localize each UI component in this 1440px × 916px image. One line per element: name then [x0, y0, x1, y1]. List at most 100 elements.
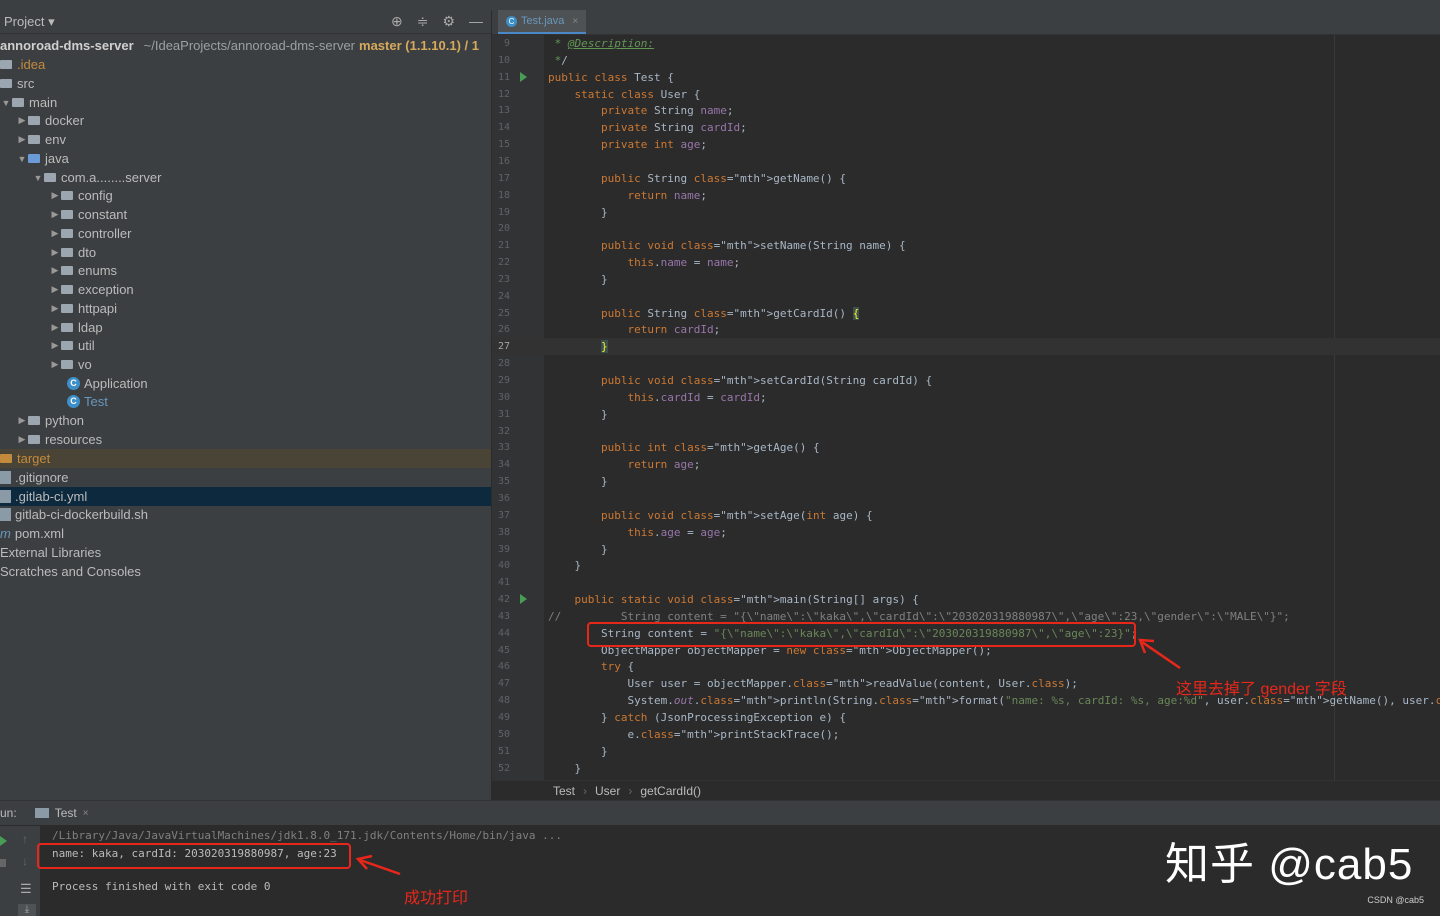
tree-item-controller[interactable]: ▶ controller: [0, 224, 491, 243]
breadcrumb-method[interactable]: getCardId(): [640, 784, 701, 798]
chevron-right-icon[interactable]: ▶: [16, 434, 28, 445]
stop-icon[interactable]: [0, 859, 6, 867]
code-line[interactable]: 42 public static void class="mth">main(S…: [492, 591, 1440, 608]
code-line[interactable]: 30 this.cardId = cardId;: [492, 389, 1440, 406]
tree-item-root-package[interactable]: ▼ com.a........server: [0, 168, 491, 187]
tree-item-httpapi[interactable]: ▶ httpapi: [0, 299, 491, 318]
tree-item-env[interactable]: ▶ env: [0, 130, 491, 149]
tree-item-pom[interactable]: m pom.xml: [0, 524, 491, 543]
code-line[interactable]: 24: [492, 288, 1440, 305]
tree-item-target[interactable]: target: [0, 449, 491, 468]
tree-item-application[interactable]: C Application: [0, 374, 491, 393]
chevron-right-icon[interactable]: ▶: [16, 115, 28, 126]
code-line[interactable]: 34 return age;: [492, 456, 1440, 473]
collapse-all-icon[interactable]: ≑: [417, 13, 429, 30]
run-tab-test[interactable]: Test ×: [34, 806, 89, 820]
tree-item-docker[interactable]: ▶ docker: [0, 111, 491, 130]
tree-item-resources[interactable]: ▶ resources: [0, 430, 491, 449]
code-line[interactable]: 28: [492, 355, 1440, 372]
code-line[interactable]: 12 static class User {: [492, 86, 1440, 103]
chevron-right-icon[interactable]: ▶: [16, 134, 28, 145]
chevron-right-icon[interactable]: ▶: [49, 359, 61, 370]
tree-item-enums[interactable]: ▶ enums: [0, 261, 491, 280]
tree-item-python[interactable]: ▶ python: [0, 411, 491, 430]
chevron-right-icon[interactable]: ▶: [49, 228, 61, 239]
code-line[interactable]: 36: [492, 490, 1440, 507]
tree-item-constant[interactable]: ▶ constant: [0, 205, 491, 224]
tree-item-exception[interactable]: ▶ exception: [0, 280, 491, 299]
tree-item-main[interactable]: ▼ main: [0, 93, 491, 112]
code-line[interactable]: 33 public int class="mth">getAge() {: [492, 439, 1440, 456]
code-line[interactable]: 14 private String cardId;: [492, 119, 1440, 136]
breadcrumb-class[interactable]: Test: [553, 784, 575, 798]
tree-item-scratches[interactable]: Scratches and Consoles: [0, 562, 491, 581]
code-line[interactable]: 25 public String class="mth">getCardId()…: [492, 305, 1440, 322]
tree-item-dto[interactable]: ▶ dto: [0, 243, 491, 262]
project-view-selector[interactable]: Project ▾: [4, 14, 55, 30]
code-line[interactable]: 51 }: [492, 743, 1440, 760]
tree-item-gitlab-ci[interactable]: .gitlab-ci.yml: [0, 487, 491, 506]
code-line[interactable]: 21 public void class="mth">setName(Strin…: [492, 237, 1440, 254]
code-line[interactable]: 26 return cardId;: [492, 321, 1440, 338]
tree-item-config[interactable]: ▶ config: [0, 186, 491, 205]
code-line[interactable]: 19 }: [492, 204, 1440, 221]
code-line[interactable]: 16: [492, 153, 1440, 170]
code-line[interactable]: 18 return name;: [492, 187, 1440, 204]
up-arrow-icon[interactable]: ↑: [22, 832, 28, 846]
soft-wrap-icon[interactable]: ☰: [20, 881, 32, 897]
breadcrumb-inner-class[interactable]: User: [595, 784, 620, 798]
tree-item-vo[interactable]: ▶ vo: [0, 355, 491, 374]
tree-item-util[interactable]: ▶ util: [0, 336, 491, 355]
chevron-right-icon[interactable]: ▶: [49, 284, 61, 295]
settings-gear-icon[interactable]: ⚙: [442, 13, 455, 30]
code-line[interactable]: 38 this.age = age;: [492, 524, 1440, 541]
chevron-right-icon[interactable]: ▶: [49, 322, 61, 333]
code-line[interactable]: 49 } catch (JsonProcessingException e) {: [492, 709, 1440, 726]
code-line[interactable]: 9 * @Description:: [492, 35, 1440, 52]
code-line[interactable]: 31 }: [492, 406, 1440, 423]
down-arrow-icon[interactable]: ↓: [22, 854, 28, 868]
code-line[interactable]: 35 }: [492, 473, 1440, 490]
code-line[interactable]: 17 public String class="mth">getName() {: [492, 170, 1440, 187]
code-line[interactable]: 46 try {: [492, 658, 1440, 675]
chevron-right-icon[interactable]: ▶: [49, 265, 61, 276]
code-line[interactable]: 27 }: [492, 338, 1440, 356]
code-line[interactable]: 32: [492, 423, 1440, 440]
code-line[interactable]: 20: [492, 220, 1440, 237]
code-line[interactable]: 29 public void class="mth">setCardId(Str…: [492, 372, 1440, 389]
tree-item-test[interactable]: C Test: [0, 392, 491, 411]
tree-item-dockerbuild[interactable]: gitlab-ci-dockerbuild.sh: [0, 505, 491, 524]
tree-item-java[interactable]: ▼ java: [0, 149, 491, 168]
chevron-down-icon[interactable]: ▼: [0, 98, 12, 108]
code-line[interactable]: 39 }: [492, 541, 1440, 558]
locate-icon[interactable]: ⊕: [391, 13, 403, 30]
chevron-right-icon[interactable]: ▶: [49, 303, 61, 314]
code-line[interactable]: 10 */: [492, 52, 1440, 69]
code-line[interactable]: 22 this.name = name;: [492, 254, 1440, 271]
code-line[interactable]: 52 }: [492, 760, 1440, 777]
tab-test-java[interactable]: C Test.java ×: [498, 10, 587, 34]
chevron-down-icon[interactable]: ▼: [16, 154, 28, 164]
code-line[interactable]: 23 }: [492, 271, 1440, 288]
chevron-right-icon[interactable]: ▶: [49, 247, 61, 258]
hide-panel-icon[interactable]: —: [469, 13, 483, 30]
tree-item-ldap[interactable]: ▶ ldap: [0, 318, 491, 337]
tree-item-gitignore[interactable]: .gitignore: [0, 468, 491, 487]
close-icon[interactable]: ×: [572, 16, 578, 27]
code-line[interactable]: 15 private int age;: [492, 136, 1440, 153]
chevron-right-icon[interactable]: ▶: [16, 415, 28, 426]
code-line[interactable]: 13 private String name;: [492, 102, 1440, 119]
scroll-to-end-icon[interactable]: ⤓: [18, 904, 36, 916]
chevron-right-icon[interactable]: ▶: [49, 340, 61, 351]
code-line[interactable]: 40 }: [492, 557, 1440, 574]
chevron-right-icon[interactable]: ▶: [49, 209, 61, 220]
code-line[interactable]: 50 e.class="mth">printStackTrace();: [492, 726, 1440, 743]
code-line[interactable]: 41: [492, 574, 1440, 591]
run-gutter-icon[interactable]: [520, 594, 527, 605]
chevron-down-icon[interactable]: ▼: [32, 173, 44, 183]
close-icon[interactable]: ×: [83, 808, 89, 819]
code-line[interactable]: 37 public void class="mth">setAge(int ag…: [492, 507, 1440, 524]
tree-item-src[interactable]: src: [0, 74, 491, 93]
tree-item-external-libraries[interactable]: External Libraries: [0, 543, 491, 562]
run-gutter-icon[interactable]: [520, 71, 527, 82]
